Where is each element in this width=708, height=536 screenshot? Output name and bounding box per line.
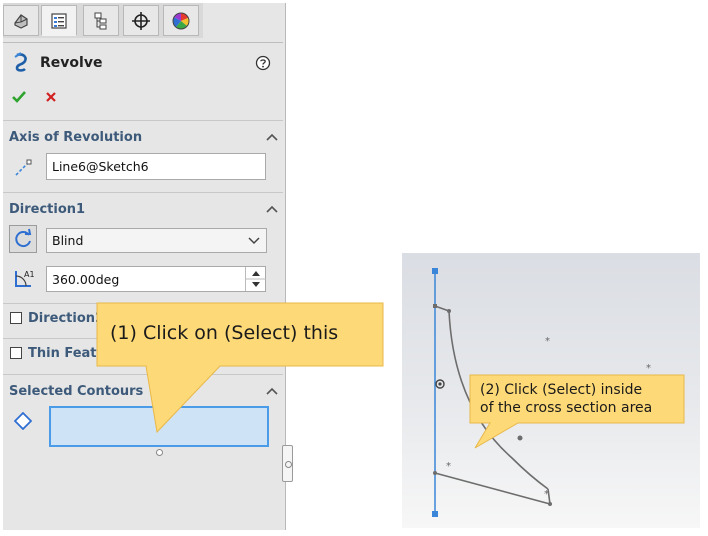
sketch-point <box>517 435 523 441</box>
sketch-point <box>548 502 552 506</box>
axis-endpoint-top <box>432 268 438 274</box>
axis-endpoint-bottom <box>432 511 438 517</box>
center-mark: * <box>446 461 451 472</box>
callout2-line2: of the cross section area <box>480 400 653 416</box>
sketch-point <box>433 304 437 308</box>
profile-top-line <box>434 305 450 312</box>
sketch-point <box>447 309 451 313</box>
center-mark: * <box>646 363 651 374</box>
callout1-text: (1) Click on (Select) this <box>110 322 339 344</box>
origin-icon <box>435 379 445 389</box>
sketch-point <box>433 471 437 475</box>
center-mark: * <box>545 336 550 347</box>
callout2-line1: (2) Click (Select) inside <box>480 382 643 398</box>
center-mark: * <box>544 489 549 500</box>
graphics-viewport[interactable]: * * * * (2) Click (Select) inside of the… <box>402 253 700 528</box>
